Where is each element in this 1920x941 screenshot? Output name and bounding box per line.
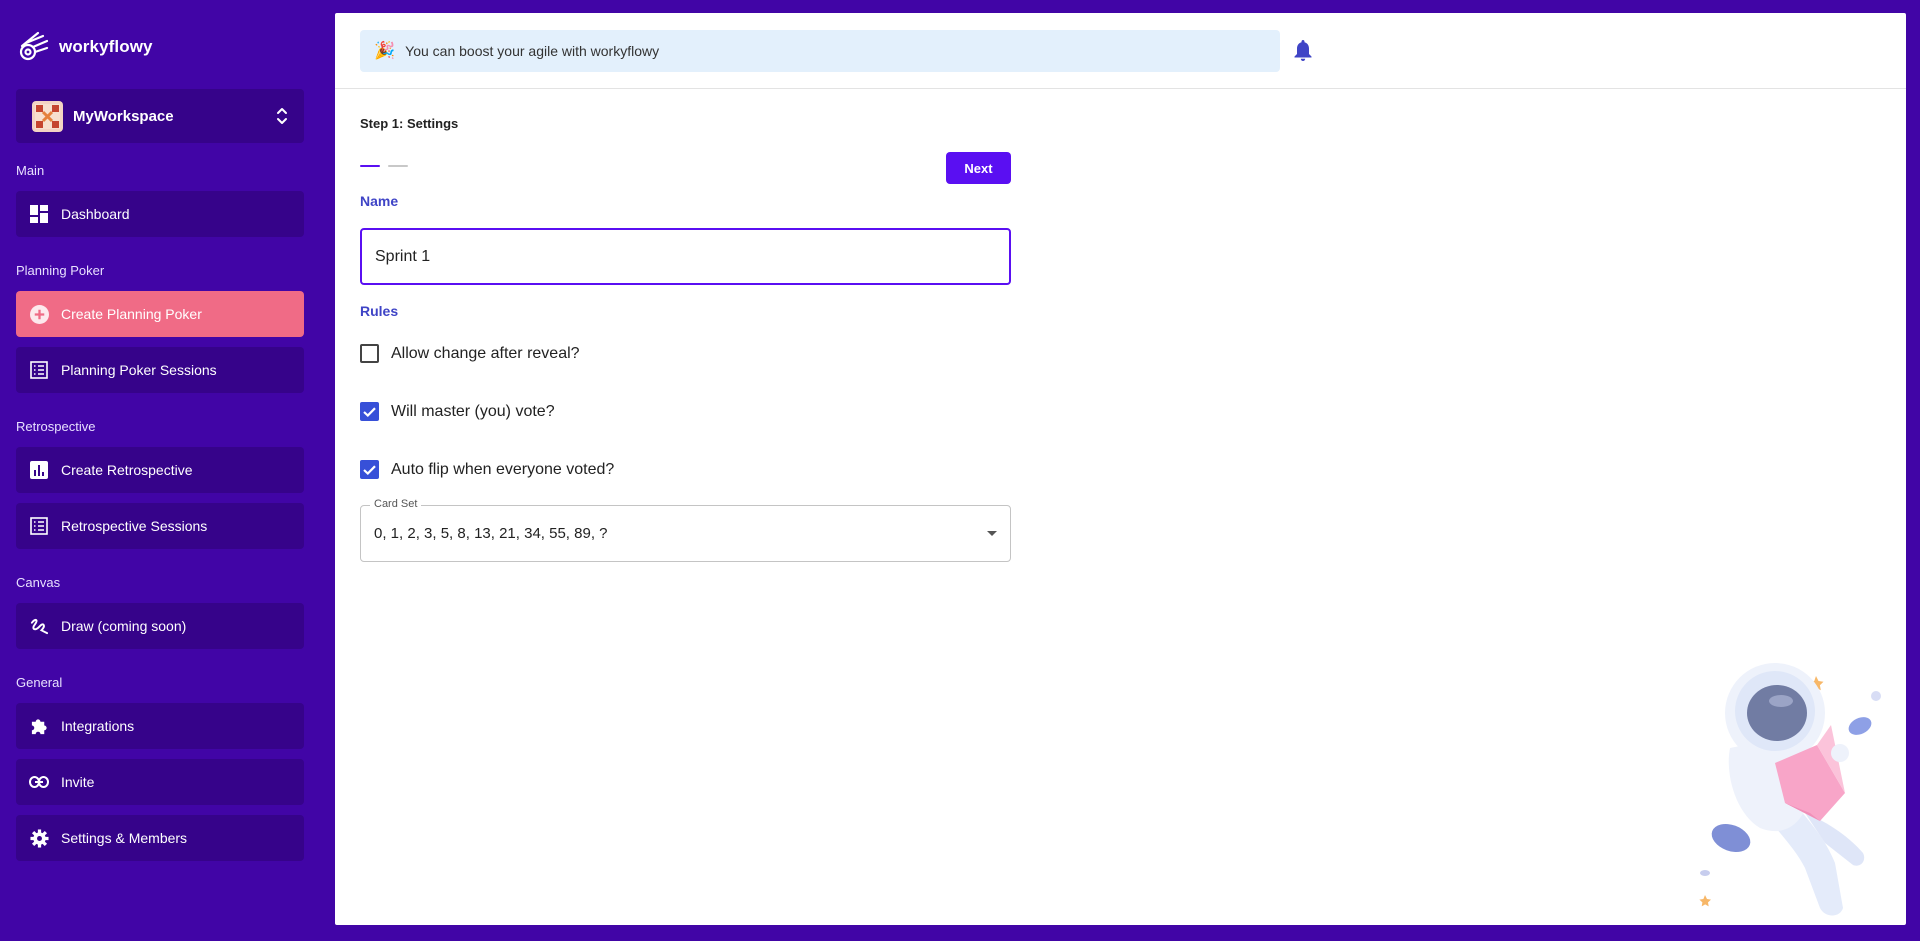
link-icon bbox=[29, 772, 49, 792]
astronaut-illustration bbox=[1699, 663, 1881, 916]
checkbox-checked-icon[interactable] bbox=[360, 402, 379, 421]
comet-logo-icon bbox=[16, 30, 50, 64]
card-set-select[interactable]: Card Set 0, 1, 2, 3, 5, 8, 13, 21, 34, 5… bbox=[360, 498, 1011, 562]
banner-text: You can boost your agile with workyflowy bbox=[405, 43, 660, 59]
workspace-name: MyWorkspace bbox=[73, 107, 174, 125]
app-name: workyflowy bbox=[59, 37, 153, 56]
add-circle-icon bbox=[29, 304, 49, 324]
master-vote-checkbox[interactable]: Will master (you) vote? bbox=[360, 402, 555, 421]
sidebar-item-settings-members[interactable]: Settings & Members bbox=[16, 815, 304, 861]
section-general: General bbox=[16, 675, 63, 690]
sidebar-item-dashboard[interactable]: Dashboard bbox=[16, 191, 304, 237]
chart-icon bbox=[29, 460, 49, 480]
main-panel: 🎉 You can boost your agile with workyflo… bbox=[335, 13, 1906, 925]
sidebar-item-label: Dashboard bbox=[61, 206, 130, 222]
checkbox-unchecked-icon[interactable] bbox=[360, 344, 379, 363]
section-main: Main bbox=[16, 163, 45, 178]
card-set-value: 0, 1, 2, 3, 5, 8, 13, 21, 34, 55, 89, ? bbox=[374, 525, 608, 542]
sidebar-item-label: Invite bbox=[61, 774, 95, 790]
brand[interactable]: workyflowy bbox=[16, 30, 153, 64]
sidebar-item-label: Retrospective Sessions bbox=[61, 518, 208, 534]
auto-flip-checkbox[interactable]: Auto flip when everyone voted? bbox=[360, 460, 614, 479]
sidebar-item-integrations[interactable]: Integrations bbox=[16, 703, 304, 749]
gear-icon bbox=[29, 828, 49, 848]
workspace-avatar bbox=[32, 100, 63, 132]
list-icon bbox=[29, 360, 49, 380]
name-input[interactable] bbox=[360, 228, 1011, 285]
puzzle-icon bbox=[29, 716, 49, 736]
step-indicator bbox=[360, 165, 408, 167]
step-title: Step 1: Settings bbox=[360, 116, 459, 131]
sidebar-item-retrospective-sessions[interactable]: Retrospective Sessions bbox=[16, 503, 304, 549]
checkbox-label: Auto flip when everyone voted? bbox=[391, 460, 615, 478]
checkbox-label: Allow change after reveal? bbox=[391, 344, 580, 362]
next-button[interactable]: Next bbox=[946, 152, 1011, 184]
draw-icon bbox=[29, 616, 49, 636]
sidebar-item-create-retrospective[interactable]: Create Retrospective bbox=[16, 447, 304, 493]
checkbox-label: Will master (you) vote? bbox=[391, 402, 555, 420]
name-label: Name bbox=[360, 193, 399, 209]
allow-change-checkbox[interactable]: Allow change after reveal? bbox=[360, 344, 580, 363]
sidebar-item-draw[interactable]: Draw (coming soon) bbox=[16, 603, 304, 649]
dropdown-arrow-icon bbox=[987, 531, 997, 536]
top-bar: 🎉 You can boost your agile with workyflo… bbox=[335, 13, 1906, 89]
sidebar-item-label: Draw (coming soon) bbox=[61, 618, 187, 634]
step-dash-active bbox=[360, 165, 380, 167]
sidebar-item-create-planning-poker[interactable]: Create Planning Poker bbox=[16, 291, 304, 337]
sidebar-item-label: Planning Poker Sessions bbox=[61, 362, 217, 378]
checkbox-checked-icon[interactable] bbox=[360, 460, 379, 479]
card-set-label: Card Set bbox=[370, 498, 422, 510]
notification-bell-icon[interactable] bbox=[1294, 40, 1316, 64]
unfold-icon bbox=[276, 107, 288, 126]
sidebar-item-label: Create Retrospective bbox=[61, 462, 193, 478]
workspace-switcher[interactable]: MyWorkspace bbox=[16, 89, 304, 143]
sidebar-item-label: Integrations bbox=[61, 718, 135, 734]
party-icon: 🎉 bbox=[374, 41, 396, 60]
sidebar: workyflowy MyWorkspace Main Dashboard Pl… bbox=[0, 0, 335, 941]
section-canvas: Canvas bbox=[16, 575, 61, 590]
promo-banner: 🎉 You can boost your agile with workyflo… bbox=[360, 30, 1280, 72]
section-planning-poker: Planning Poker bbox=[16, 263, 105, 278]
section-retrospective: Retrospective bbox=[16, 419, 96, 434]
dashboard-icon bbox=[29, 204, 49, 224]
sidebar-item-label: Settings & Members bbox=[61, 830, 188, 846]
sidebar-item-label: Create Planning Poker bbox=[61, 306, 202, 322]
step-dash-inactive bbox=[388, 165, 408, 167]
list-icon bbox=[29, 516, 49, 536]
sidebar-item-planning-poker-sessions[interactable]: Planning Poker Sessions bbox=[16, 347, 304, 393]
sidebar-item-invite[interactable]: Invite bbox=[16, 759, 304, 805]
rules-label: Rules bbox=[360, 303, 399, 319]
